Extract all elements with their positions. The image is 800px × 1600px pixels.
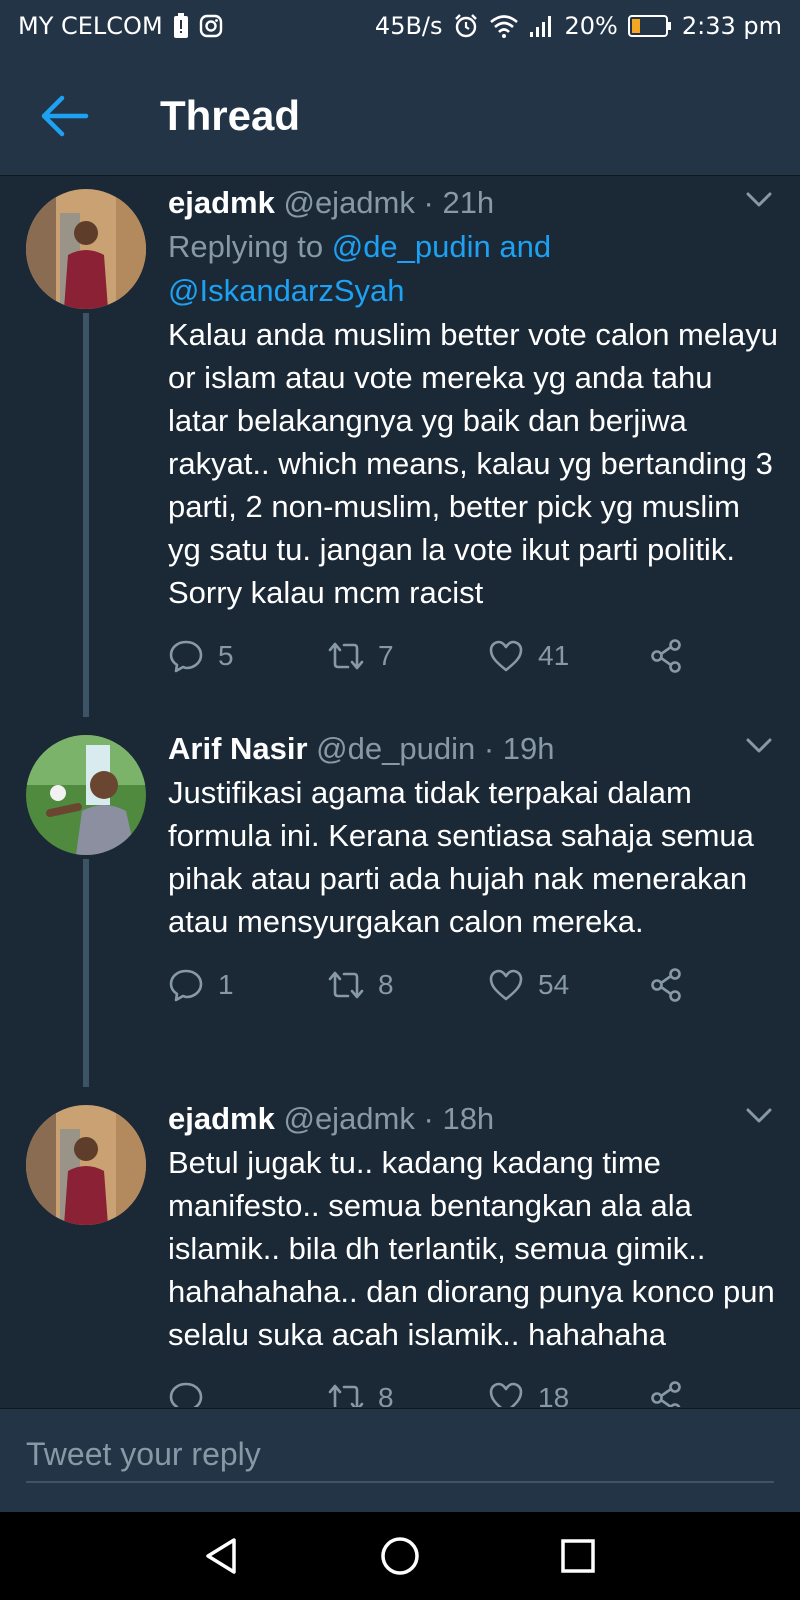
tweet-actions: 5 7 41 <box>168 638 778 678</box>
avatar[interactable] <box>26 1105 146 1225</box>
heart-icon <box>489 1382 523 1407</box>
share-button[interactable] <box>648 1380 684 1407</box>
handle[interactable]: @de_pudin <box>316 731 475 766</box>
tweet-header: ejadmk @ejadmk · 21h <box>168 181 778 225</box>
timestamp[interactable]: 21h <box>442 185 494 220</box>
reply-button[interactable]: 1 <box>168 967 234 1003</box>
retweet-button[interactable]: 7 <box>328 638 394 674</box>
display-name[interactable]: Arif Nasir <box>168 731 308 766</box>
timestamp[interactable]: 18h <box>442 1101 494 1136</box>
tweet-actions: 8 18 <box>168 1380 778 1407</box>
like-count: 54 <box>538 969 570 1000</box>
like-button[interactable]: 41 <box>488 638 569 674</box>
replying-to: Replying to @de_pudin and @IskandarzSyah <box>168 225 778 313</box>
reply-button[interactable] <box>168 1380 218 1407</box>
signal-icon <box>529 14 555 38</box>
thread-connector-line <box>83 859 89 1087</box>
app-header: Thread <box>0 56 800 176</box>
status-bar: MY CELCOM 45B/s 20% 2:33 pm <box>0 0 800 56</box>
network-speed: 45B/s <box>374 12 443 40</box>
share-icon <box>651 968 681 1002</box>
retweet-button[interactable]: 8 <box>328 1380 394 1407</box>
speech-bubble-icon <box>169 969 203 1002</box>
tweet-text: Kalau anda muslim better vote calon mela… <box>168 317 778 610</box>
share-icon <box>651 639 681 673</box>
replying-prefix: Replying to <box>168 229 324 264</box>
reply-count: 5 <box>218 640 234 671</box>
heart-icon <box>489 640 523 672</box>
tweet-header: ejadmk @ejadmk · 18h <box>168 1097 778 1141</box>
timestamp[interactable]: 19h <box>503 731 555 766</box>
home-circle-icon[interactable] <box>378 1534 422 1578</box>
tweet-item[interactable]: ejadmk @ejadmk · 18h Betul jugak tu.. ka… <box>0 1093 800 1407</box>
tweet-item[interactable]: ejadmk @ejadmk · 21h Replying to @de_pud… <box>0 177 800 717</box>
share-button[interactable] <box>648 638 684 674</box>
separator-dot: · <box>483 731 495 766</box>
carrier-name: MY CELCOM <box>18 12 163 40</box>
instagram-icon <box>199 14 223 38</box>
back-triangle-icon[interactable] <box>200 1534 244 1578</box>
avatar[interactable] <box>26 189 146 309</box>
tweet-actions: 1 8 54 <box>168 967 778 1007</box>
reply-button[interactable]: 5 <box>168 638 234 674</box>
avatar[interactable] <box>26 735 146 855</box>
speech-bubble-icon <box>169 1382 203 1407</box>
tweet-text: Betul jugak tu.. kadang kadang time mani… <box>168 1145 775 1352</box>
retweet-button[interactable]: 8 <box>328 967 394 1003</box>
heart-icon <box>489 969 523 1001</box>
reply-composer <box>0 1408 800 1512</box>
recents-square-icon[interactable] <box>556 1534 600 1578</box>
clock: 2:33 pm <box>681 12 782 40</box>
tweet-item[interactable]: Arif Nasir @de_pudin · 19h Justifikasi a… <box>0 723 800 1087</box>
battery-saver-icon <box>173 13 189 39</box>
speech-bubble-icon <box>169 640 203 673</box>
mention-link[interactable]: @IskandarzSyah <box>168 273 405 308</box>
separator-dot: · <box>423 1101 434 1136</box>
handle[interactable]: @ejadmk <box>283 185 414 220</box>
retweet-icon <box>328 642 364 670</box>
system-nav-bar <box>0 1512 800 1600</box>
display-name[interactable]: ejadmk <box>168 1101 275 1136</box>
retweet-count: 8 <box>378 1382 394 1407</box>
like-count: 18 <box>538 1382 570 1407</box>
retweet-icon <box>328 971 364 999</box>
separator-dot: · <box>423 185 434 220</box>
reply-input[interactable] <box>26 1427 774 1483</box>
alarm-icon <box>453 13 479 39</box>
arrow-left-icon[interactable] <box>40 94 90 138</box>
like-button[interactable]: 54 <box>488 967 569 1003</box>
reply-count: 1 <box>218 969 234 1000</box>
chevron-down-icon[interactable] <box>746 737 772 755</box>
retweet-count: 7 <box>378 640 394 671</box>
tweet-header: Arif Nasir @de_pudin · 19h <box>168 727 778 771</box>
page-title: Thread <box>160 92 301 139</box>
like-button[interactable]: 18 <box>488 1380 569 1407</box>
share-button[interactable] <box>648 967 684 1003</box>
retweet-icon <box>328 1384 364 1407</box>
chevron-down-icon[interactable] <box>746 191 772 209</box>
chevron-down-icon[interactable] <box>746 1107 772 1125</box>
retweet-count: 8 <box>378 969 394 1000</box>
thread-list[interactable]: ejadmk @ejadmk · 21h Replying to @de_pud… <box>0 177 800 1407</box>
thread-connector-line <box>83 313 89 717</box>
mention-link[interactable]: @de_pudin and <box>332 229 551 264</box>
handle[interactable]: @ejadmk <box>283 1101 414 1136</box>
battery-percent: 20% <box>564 12 618 40</box>
tweet-text: Justifikasi agama tidak terpakai dalam f… <box>168 775 754 939</box>
display-name[interactable]: ejadmk <box>168 185 275 220</box>
wifi-icon <box>489 14 519 38</box>
like-count: 41 <box>538 640 570 671</box>
share-icon <box>651 1381 681 1407</box>
battery-icon <box>627 15 672 37</box>
